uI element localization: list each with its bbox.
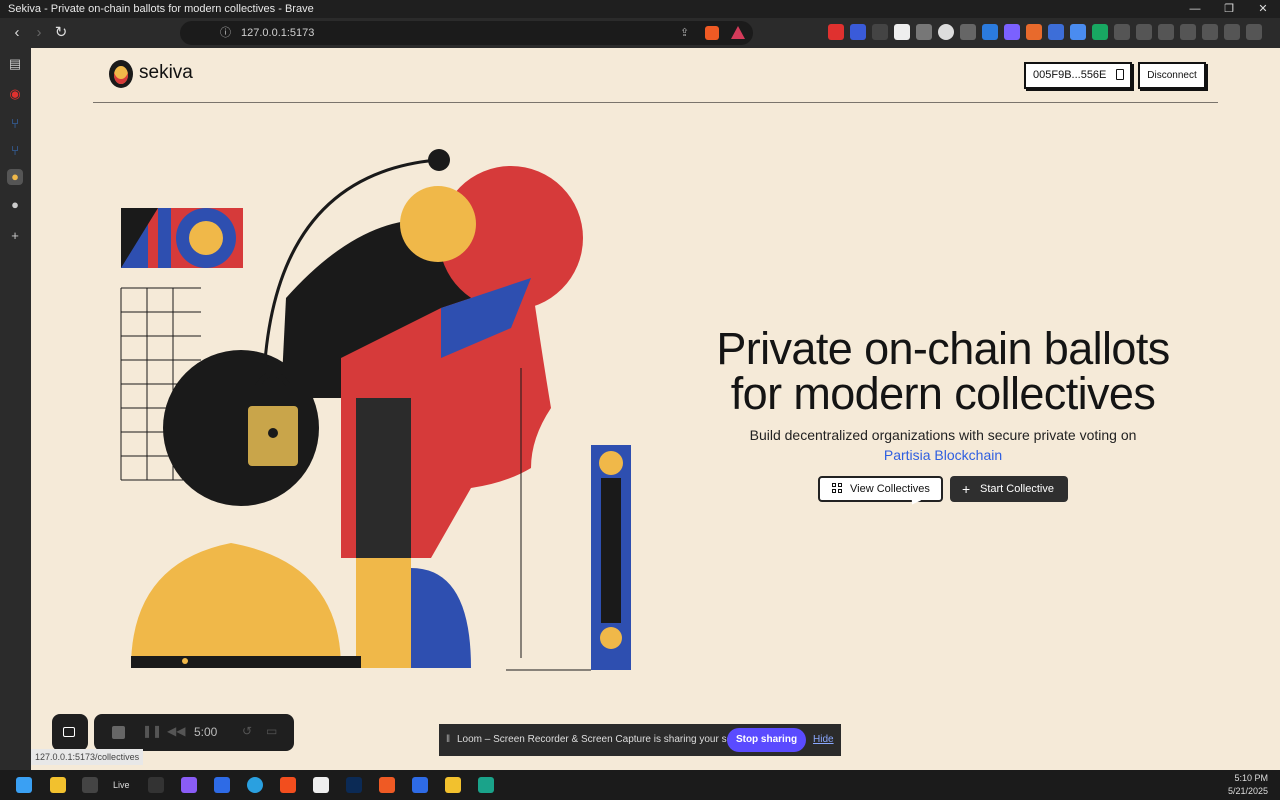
view-collectives-button[interactable]: View Collectives	[818, 476, 943, 502]
windows-taskbar: Live 5:10 PM 5/21/2025	[0, 770, 1280, 800]
site-info-icon[interactable]: ⓘ	[220, 21, 231, 45]
figma-icon[interactable]	[280, 777, 296, 793]
extension-icon[interactable]	[960, 24, 976, 40]
hero-title-line2: for modern collectives	[730, 368, 1156, 419]
hero-subtitle: Build decentralized organizations with s…	[749, 427, 1137, 443]
window-controls: — ❐ ✕	[1178, 0, 1280, 18]
notion-icon[interactable]	[313, 777, 329, 793]
wallet-address-button[interactable]: 005F9B...556E	[1024, 62, 1132, 89]
sekiva-tab-icon[interactable]: ●	[7, 169, 23, 185]
status-bar-url: 127.0.0.1:5173/collectives	[31, 749, 144, 765]
clipboard-icon[interactable]	[1116, 69, 1124, 80]
drag-handle-icon[interactable]: ‖	[446, 724, 450, 756]
extension-icon[interactable]	[1026, 24, 1042, 40]
terminal-icon[interactable]	[82, 777, 98, 793]
trash-icon[interactable]: ▭	[266, 724, 277, 738]
sticky-notes-icon[interactable]	[445, 777, 461, 793]
vpn-icon[interactable]	[1224, 24, 1240, 40]
extension-icon[interactable]	[1070, 24, 1086, 40]
extension-icon[interactable]	[1092, 24, 1108, 40]
telegram-icon[interactable]	[247, 777, 263, 793]
hero-illustration	[120, 149, 631, 671]
leo-icon[interactable]	[1202, 24, 1218, 40]
partisia-link[interactable]: Partisia Blockchain	[703, 447, 1183, 463]
disconnect-button[interactable]: Disconnect	[1138, 62, 1206, 89]
stop-recording-button[interactable]	[112, 726, 125, 739]
start-collective-button[interactable]: + Start Collective	[950, 476, 1068, 502]
recording-bar: ❚❚ ◀◀ 5:00 ↺ ▭	[94, 714, 294, 751]
extension-icon[interactable]	[1048, 24, 1064, 40]
minimize-button[interactable]: —	[1178, 0, 1212, 18]
record-icon[interactable]: ◉	[7, 86, 23, 102]
wallet-address: 005F9B...556E	[1033, 69, 1107, 81]
screen-share-banner: ‖ Loom – Screen Recorder & Screen Captur…	[439, 724, 841, 756]
window-titlebar: Sekiva - Private on-chain ballots for mo…	[0, 0, 1280, 18]
app-icon[interactable]	[478, 777, 494, 793]
extension-icon[interactable]	[894, 24, 910, 40]
branch-icon[interactable]: ⑂	[7, 116, 23, 132]
extension-icon[interactable]	[916, 24, 932, 40]
extension-icon[interactable]	[982, 24, 998, 40]
sidebar-toggle-icon[interactable]	[1180, 24, 1196, 40]
brave-shields-icon[interactable]	[705, 26, 719, 40]
system-tray: 5:10 PM 5/21/2025	[1228, 770, 1268, 798]
start-icon[interactable]	[16, 777, 32, 793]
address-url[interactable]: 127.0.0.1:5173	[241, 21, 314, 45]
back-icon[interactable]: ‹	[6, 22, 28, 44]
pause-icon[interactable]: ❚❚	[142, 724, 162, 738]
share-icon[interactable]: ⇪	[680, 21, 689, 45]
browser-toolbar: ‹ › ↻ ▯ ⓘ 127.0.0.1:5173 ⇪	[0, 18, 1280, 48]
extension-icon[interactable]	[828, 24, 844, 40]
bitwarden-icon[interactable]	[214, 777, 230, 793]
branch-icon[interactable]: ⑂	[7, 143, 23, 159]
extension-icon[interactable]	[1004, 24, 1020, 40]
header-divider	[93, 102, 1218, 103]
photoshop-icon[interactable]	[346, 777, 362, 793]
download-icon[interactable]	[1158, 24, 1174, 40]
file-explorer-icon[interactable]	[50, 777, 66, 793]
browser-sidebar: ▤ ◉ ⑂ ⑂ ● ● +	[0, 48, 31, 770]
menu-icon[interactable]	[1246, 24, 1262, 40]
share-banner-text: Loom – Screen Recorder & Screen Capture …	[457, 734, 755, 745]
logo-text[interactable]: sekiva	[139, 62, 193, 84]
recording-timer: 5:00	[194, 725, 218, 739]
sekiva-page: sekiva 005F9B...556E Disconnect Private …	[31, 48, 1280, 770]
clock-time[interactable]: 5:10 PM	[1228, 772, 1268, 785]
sekiva-logo-icon[interactable]	[109, 60, 133, 88]
window-title: Sekiva - Private on-chain ballots for mo…	[8, 3, 314, 15]
restart-icon[interactable]: ↺	[242, 724, 252, 738]
forward-icon[interactable]: ›	[28, 22, 50, 44]
rewind-icon[interactable]: ◀◀	[167, 724, 185, 738]
extensions-row	[828, 24, 1262, 40]
brave-icon[interactable]	[379, 777, 395, 793]
close-button[interactable]: ✕	[1246, 0, 1280, 18]
stop-sharing-button[interactable]: Stop sharing	[727, 728, 806, 752]
brave-rewards-icon[interactable]	[731, 26, 745, 39]
live-label[interactable]: Live	[113, 777, 130, 793]
app-icon[interactable]	[181, 777, 197, 793]
sidebar-panel-icon[interactable]: ▤	[7, 56, 23, 72]
loom-recorder-controls: ❚❚ ◀◀ 5:00 ↺ ▭	[52, 714, 294, 751]
camera-toggle-button[interactable]	[52, 714, 88, 751]
clock-date[interactable]: 5/21/2025	[1228, 785, 1268, 798]
camera-icon	[63, 727, 75, 737]
hero-title: Private on-chain ballots for modern coll…	[683, 326, 1203, 416]
plus-icon: +	[962, 481, 971, 497]
reload-icon[interactable]: ↻	[50, 22, 72, 44]
hero-title-line1: Private on-chain ballots	[716, 323, 1170, 374]
github-icon[interactable]: ●	[7, 197, 23, 213]
address-bar[interactable]: ⓘ 127.0.0.1:5173 ⇪	[180, 21, 753, 45]
bitwarden-icon[interactable]	[412, 777, 428, 793]
puzzle-icon[interactable]	[1136, 24, 1152, 40]
app-icon[interactable]	[148, 777, 164, 793]
grid-icon	[832, 483, 842, 493]
hide-link[interactable]: Hide	[813, 724, 834, 756]
extension-icon[interactable]	[938, 24, 954, 40]
extension-icon[interactable]	[850, 24, 866, 40]
extension-icon[interactable]	[1114, 24, 1130, 40]
add-icon[interactable]: +	[7, 228, 23, 244]
extension-icon[interactable]	[872, 24, 888, 40]
maximize-button[interactable]: ❐	[1212, 0, 1246, 18]
start-collective-label: Start Collective	[980, 483, 1054, 495]
